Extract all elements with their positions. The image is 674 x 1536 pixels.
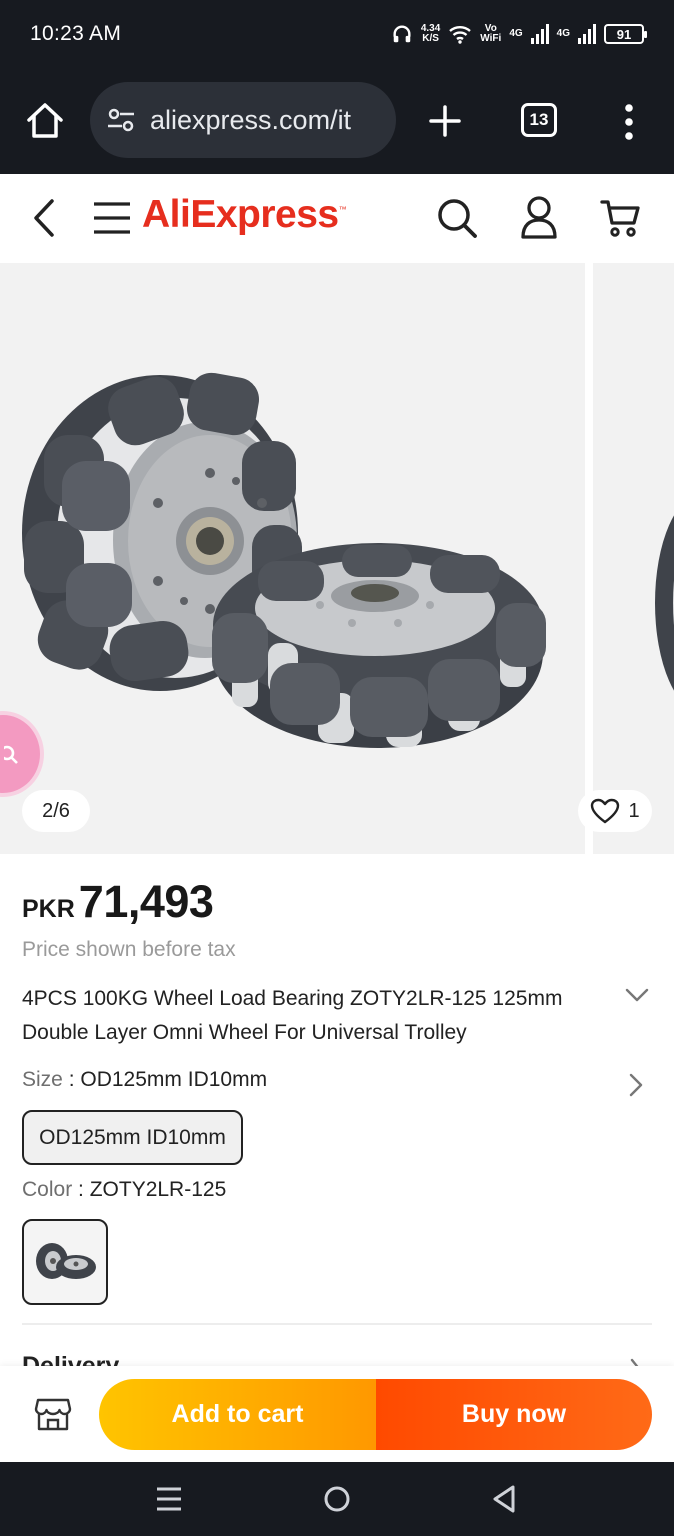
add-to-cart-label: Add to cart bbox=[171, 1400, 304, 1428]
recent-apps-icon[interactable] bbox=[155, 1486, 183, 1512]
product-image-gallery[interactable]: 2/6 1 bbox=[0, 263, 674, 854]
product-title[interactable]: 4PCS 100KG Wheel Load Bearing ZOTY2LR-12… bbox=[22, 982, 602, 1050]
color-separator: : bbox=[72, 1178, 90, 1201]
hamburger-menu-icon[interactable] bbox=[93, 201, 131, 235]
network-speed: 4.34 K/S bbox=[421, 24, 440, 44]
wishlist-button[interactable]: 1 bbox=[578, 790, 652, 832]
home-icon[interactable] bbox=[24, 100, 66, 142]
color-selector-row[interactable]: Color : ZOTY2LR-125 bbox=[22, 1178, 226, 1202]
size-separator: : bbox=[62, 1068, 81, 1091]
cart-icon[interactable] bbox=[600, 197, 642, 239]
volte-bottom-label: WiFi bbox=[480, 33, 502, 44]
section-divider bbox=[22, 1323, 652, 1325]
wifi-icon bbox=[449, 26, 472, 44]
system-navigation-bar bbox=[0, 1462, 674, 1536]
size-option-chip[interactable]: OD125mm ID10mm bbox=[22, 1110, 243, 1165]
signal-icon bbox=[530, 24, 549, 44]
aliexpress-logo[interactable]: AliExpress™ bbox=[142, 193, 347, 237]
sim2-network-label: 4G bbox=[556, 28, 570, 39]
account-icon[interactable] bbox=[520, 195, 558, 239]
back-icon[interactable] bbox=[30, 197, 58, 239]
buy-now-label: Buy now bbox=[461, 1400, 567, 1428]
site-settings-icon[interactable] bbox=[106, 105, 136, 135]
color-label: Color bbox=[22, 1178, 73, 1201]
network-speed-unit: K/S bbox=[422, 33, 439, 44]
buy-now-button[interactable]: Buy now bbox=[376, 1379, 652, 1450]
heart-icon bbox=[591, 798, 620, 824]
sim1-network-label: 4G bbox=[509, 28, 523, 39]
magnifier-icon bbox=[4, 745, 18, 764]
browser-toolbar: aliexpress.com/it 13 bbox=[0, 66, 674, 241]
search-icon[interactable] bbox=[436, 197, 478, 239]
size-selector-row[interactable]: Size : OD125mm ID10mm bbox=[22, 1068, 267, 1092]
status-time: 10:23 AM bbox=[30, 22, 122, 45]
status-icons: 4.34 K/S Vo WiFi 4G 4G 91 bbox=[391, 18, 647, 50]
new-tab-icon[interactable] bbox=[428, 104, 462, 138]
price-value: 71,493 bbox=[78, 876, 214, 927]
headphones-icon bbox=[393, 25, 411, 43]
add-to-cart-button[interactable]: Add to cart bbox=[99, 1379, 376, 1450]
color-thumbnail-image bbox=[36, 1243, 96, 1279]
signal-icon bbox=[578, 24, 596, 44]
price: PKR 71,493 bbox=[22, 876, 214, 928]
site-header: AliExpress™ bbox=[0, 175, 674, 263]
logo-trademark: ™ bbox=[338, 205, 347, 214]
price-currency: PKR bbox=[22, 895, 75, 923]
volte-indicator: Vo WiFi bbox=[480, 24, 501, 44]
store-icon[interactable] bbox=[34, 1396, 72, 1432]
tax-note: Price shown before tax bbox=[22, 938, 236, 961]
address-bar[interactable]: aliexpress.com/it bbox=[90, 82, 396, 158]
status-bar: 10:23 AM 4.34 K/S Vo WiFi 4G 4G 91 bbox=[0, 0, 674, 66]
omni-wheel-lying bbox=[212, 543, 546, 748]
chevron-right-icon[interactable] bbox=[626, 1072, 646, 1098]
home-nav-icon[interactable] bbox=[323, 1485, 351, 1513]
next-slide-preview bbox=[655, 515, 674, 691]
url-text[interactable]: aliexpress.com/it bbox=[150, 105, 351, 136]
slide-gap bbox=[585, 263, 593, 854]
chevron-down-icon[interactable] bbox=[624, 984, 650, 1006]
image-counter: 2/6 bbox=[22, 790, 90, 832]
more-vert-icon[interactable] bbox=[620, 102, 638, 142]
product-image[interactable] bbox=[0, 263, 585, 854]
size-value: OD125mm ID10mm bbox=[80, 1068, 268, 1091]
size-label: Size bbox=[22, 1068, 63, 1091]
size-option-label: OD125mm ID10mm bbox=[39, 1125, 226, 1149]
battery-level: 91 bbox=[616, 26, 632, 42]
next-product-image[interactable] bbox=[593, 263, 674, 854]
back-nav-icon[interactable] bbox=[491, 1484, 517, 1514]
image-counter-text: 2/6 bbox=[42, 799, 70, 822]
logo-text: AliExpress bbox=[142, 193, 339, 236]
battery-icon: 91 bbox=[604, 24, 647, 44]
color-value: ZOTY2LR-125 bbox=[89, 1178, 227, 1201]
tab-count: 13 bbox=[529, 110, 549, 129]
bottom-action-bar: Add to cart Buy now bbox=[0, 1366, 674, 1462]
tab-switcher-button[interactable]: 13 bbox=[521, 103, 557, 137]
color-option-thumbnail[interactable] bbox=[22, 1219, 108, 1305]
wishlist-count: 1 bbox=[628, 799, 640, 822]
screen: 10:23 AM 4.34 K/S Vo WiFi 4G 4G 91 aliex… bbox=[0, 0, 674, 1536]
